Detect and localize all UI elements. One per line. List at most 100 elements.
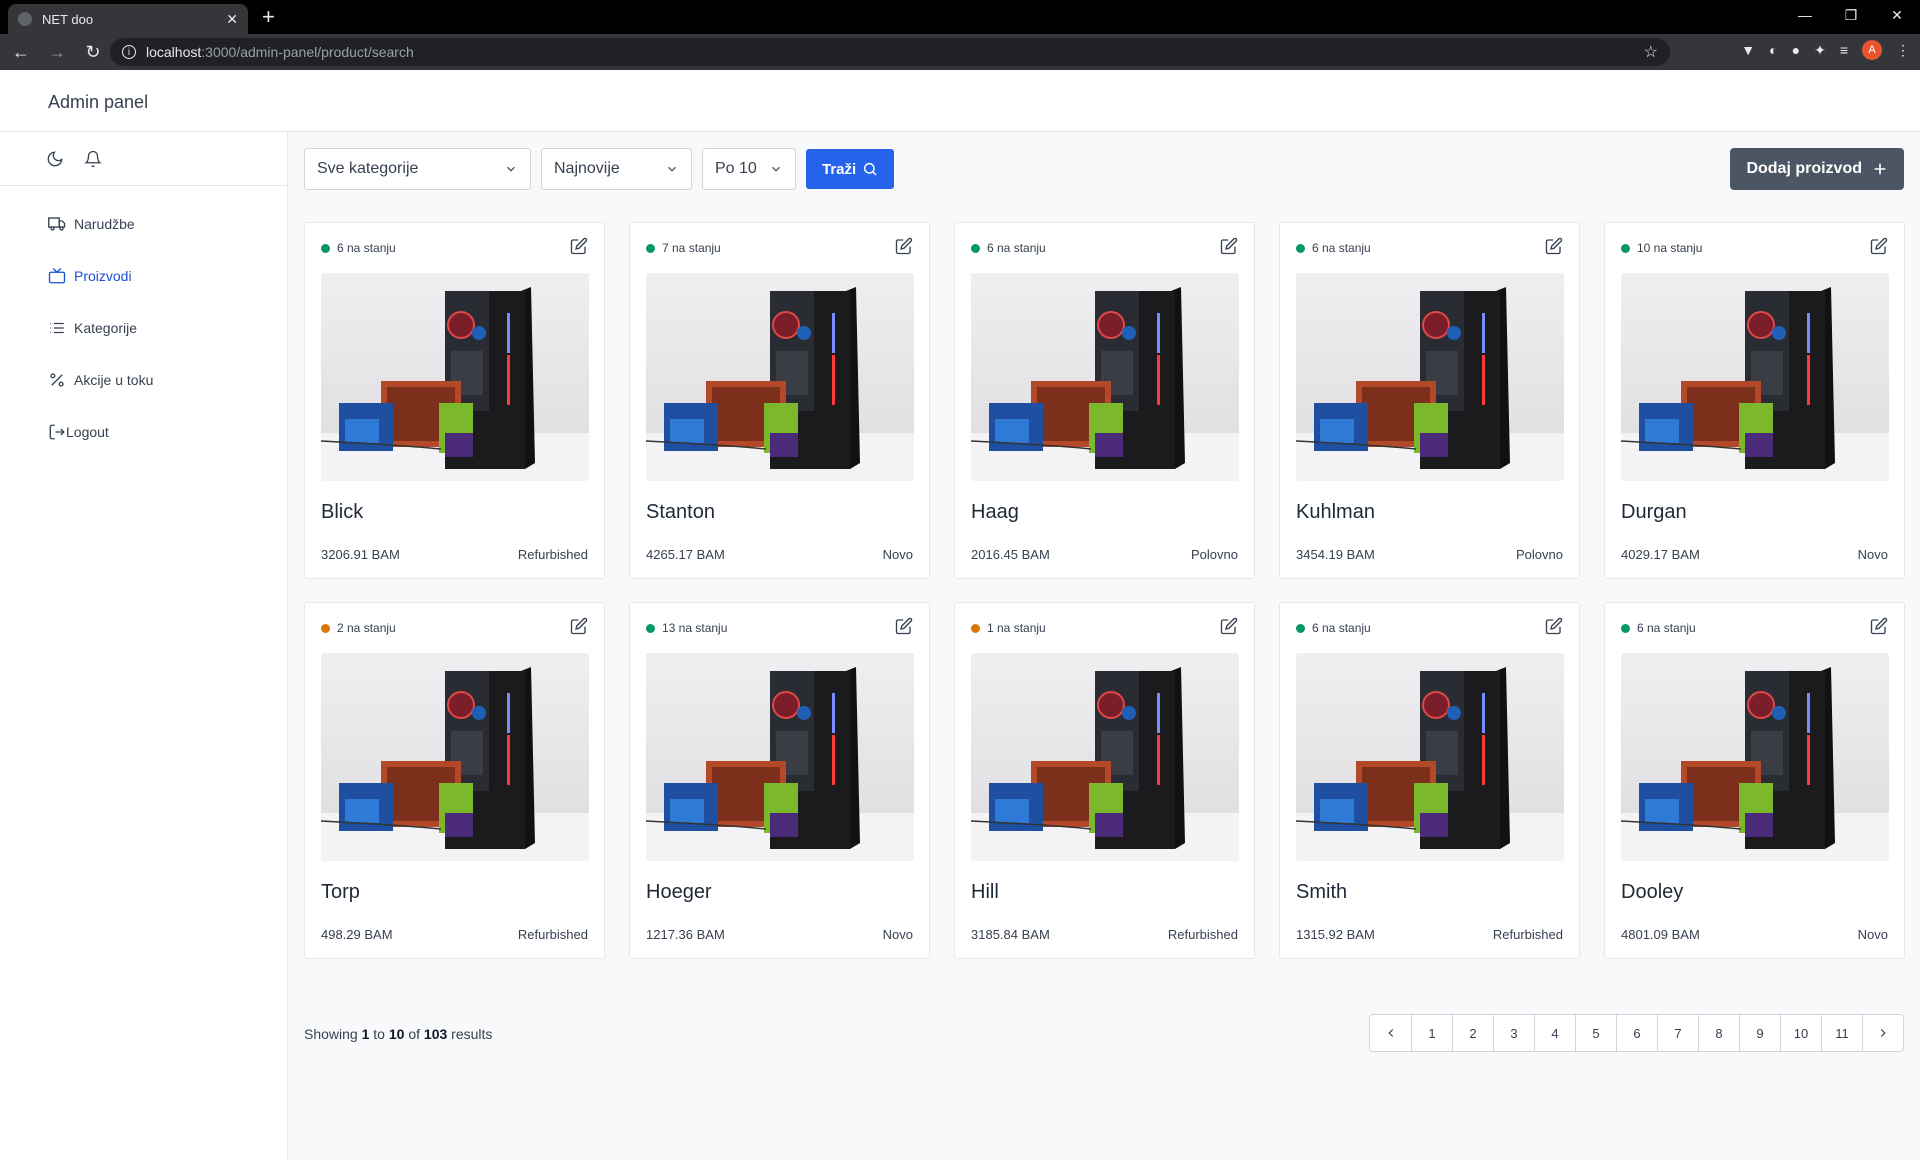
pagination-page[interactable]: 7: [1657, 1015, 1698, 1051]
pagination-page[interactable]: 10: [1780, 1015, 1821, 1051]
stock-text: 1 na stanju: [987, 621, 1046, 635]
sidebar-item-kategorije[interactable]: Kategorije: [0, 302, 287, 354]
product-image[interactable]: [1296, 273, 1564, 481]
pagination-page[interactable]: 5: [1575, 1015, 1616, 1051]
edit-icon[interactable]: [1220, 617, 1238, 635]
product-image[interactable]: [1296, 653, 1564, 861]
product-image[interactable]: [971, 273, 1239, 481]
pagination-page[interactable]: 11: [1821, 1015, 1862, 1051]
reload-icon[interactable]: ↻: [78, 42, 108, 63]
product-price: 4265.17 BAM: [646, 547, 725, 562]
product-image[interactable]: [1621, 653, 1889, 861]
product-name[interactable]: Haag: [971, 501, 1019, 524]
close-tab-icon[interactable]: ✕: [226, 11, 238, 28]
sort-select[interactable]: Najnovije: [541, 148, 692, 190]
stock-indicator: 10 na stanju: [1621, 241, 1702, 255]
pagination-page[interactable]: 3: [1493, 1015, 1534, 1051]
product-name[interactable]: Blick: [321, 501, 363, 524]
product-image[interactable]: [321, 273, 589, 481]
stock-status-dot: [971, 243, 980, 253]
profile-avatar[interactable]: A: [1862, 40, 1882, 60]
sidebar-item-logout[interactable]: Logout: [0, 406, 287, 458]
dark-reader-extension-icon[interactable]: ◐: [1769, 42, 1777, 58]
pagination-prev[interactable]: [1370, 1015, 1411, 1051]
moon-icon[interactable]: [46, 150, 64, 168]
stock-status-dot: [646, 243, 655, 253]
edit-icon[interactable]: [1545, 617, 1563, 635]
bookmark-star-icon[interactable]: ☆: [1644, 42, 1658, 62]
minimize-icon[interactable]: —: [1782, 0, 1828, 30]
browser-tabbar: NET doo ✕ + — ❐ ✕: [0, 0, 1920, 34]
vivaldi-extension-icon[interactable]: ▼: [1741, 42, 1755, 58]
product-condition: Novo: [1857, 927, 1888, 942]
edit-icon[interactable]: [570, 617, 588, 635]
sidebar-item-proizvodi[interactable]: Proizvodi: [0, 250, 287, 302]
bell-icon[interactable]: [84, 150, 102, 168]
pagination-page[interactable]: 9: [1739, 1015, 1780, 1051]
edit-icon[interactable]: [895, 237, 913, 255]
sidebar-item-label: Narudžbe: [74, 216, 135, 232]
plus-icon: [1874, 163, 1886, 175]
product-image[interactable]: [646, 273, 914, 481]
pagination-page[interactable]: 6: [1616, 1015, 1657, 1051]
address-bar[interactable]: i localhost:3000/admin-panel/product/sea…: [110, 38, 1670, 66]
sidebar-item-narudzbe[interactable]: Narudžbe: [0, 198, 287, 250]
pc-product-photo: [1296, 273, 1564, 481]
pagination-page[interactable]: 1: [1411, 1015, 1452, 1051]
product-name[interactable]: Hill: [971, 881, 999, 904]
pagination-next[interactable]: [1862, 1015, 1903, 1051]
product-image[interactable]: [971, 653, 1239, 861]
product-condition: Novo: [882, 547, 913, 562]
browser-tab[interactable]: NET doo ✕: [8, 4, 248, 34]
puzzle-extensions-icon[interactable]: ✦: [1814, 42, 1826, 59]
product-name[interactable]: Kuhlman: [1296, 501, 1375, 524]
add-product-button[interactable]: Dodaj proizvod: [1730, 148, 1904, 190]
product-name[interactable]: Hoeger: [646, 881, 712, 904]
add-product-label: Dodaj proizvod: [1746, 160, 1862, 177]
product-card: 1 na stanju Hill 3185.84 BAM Refurbished: [954, 602, 1255, 959]
pc-product-photo: [1621, 653, 1889, 861]
stock-indicator: 6 na stanju: [321, 241, 396, 255]
per-page-select[interactable]: Po 10: [702, 148, 796, 190]
product-name[interactable]: Torp: [321, 881, 360, 904]
back-icon[interactable]: ←: [6, 42, 36, 63]
edit-icon[interactable]: [1870, 237, 1888, 255]
results-prefix: Showing: [304, 1026, 358, 1042]
edit-icon[interactable]: [1220, 237, 1238, 255]
reading-list-icon[interactable]: ≡: [1840, 42, 1848, 58]
product-name[interactable]: Stanton: [646, 501, 715, 524]
globe-icon: [18, 12, 32, 26]
filter-bar: Sve kategorije Najnovije Po 10 Traži: [304, 148, 895, 190]
sidebar-item-label: Akcije u toku: [74, 372, 154, 388]
product-image[interactable]: [646, 653, 914, 861]
product-price: 3454.19 BAM: [1296, 547, 1375, 562]
close-window-icon[interactable]: ✕: [1874, 0, 1920, 30]
menu-kebab-icon[interactable]: ⋮: [1896, 42, 1910, 59]
restore-icon[interactable]: ❐: [1828, 0, 1874, 30]
sidebar-item-akcije[interactable]: Akcije u toku: [0, 354, 287, 406]
product-image[interactable]: [321, 653, 589, 861]
product-image[interactable]: [1621, 273, 1889, 481]
window-controls: — ❐ ✕: [1782, 0, 1920, 30]
pagination-page[interactable]: 4: [1534, 1015, 1575, 1051]
pagination-page[interactable]: 8: [1698, 1015, 1739, 1051]
edit-icon[interactable]: [1870, 617, 1888, 635]
search-button[interactable]: Traži: [806, 149, 895, 189]
edit-icon[interactable]: [570, 237, 588, 255]
category-select[interactable]: Sve kategorije: [304, 148, 531, 190]
category-select-value: Sve kategorije: [317, 160, 419, 177]
product-name[interactable]: Durgan: [1621, 501, 1687, 524]
forward-icon[interactable]: →: [42, 42, 72, 63]
edit-icon[interactable]: [895, 617, 913, 635]
pagination-page[interactable]: 2: [1452, 1015, 1493, 1051]
product-name[interactable]: Dooley: [1621, 881, 1683, 904]
extension-icon[interactable]: ●: [1792, 42, 1800, 58]
new-tab-button[interactable]: +: [262, 6, 275, 28]
list-icon: [50, 322, 64, 334]
sidebar-nav: Narudžbe Proizvodi Kategorije Akcije u t…: [0, 186, 287, 458]
product-name[interactable]: Smith: [1296, 881, 1347, 904]
app-brand[interactable]: Admin panel: [48, 92, 148, 113]
site-info-icon[interactable]: i: [122, 45, 136, 59]
edit-icon[interactable]: [1545, 237, 1563, 255]
sidebar-item-label: Logout: [66, 424, 109, 440]
